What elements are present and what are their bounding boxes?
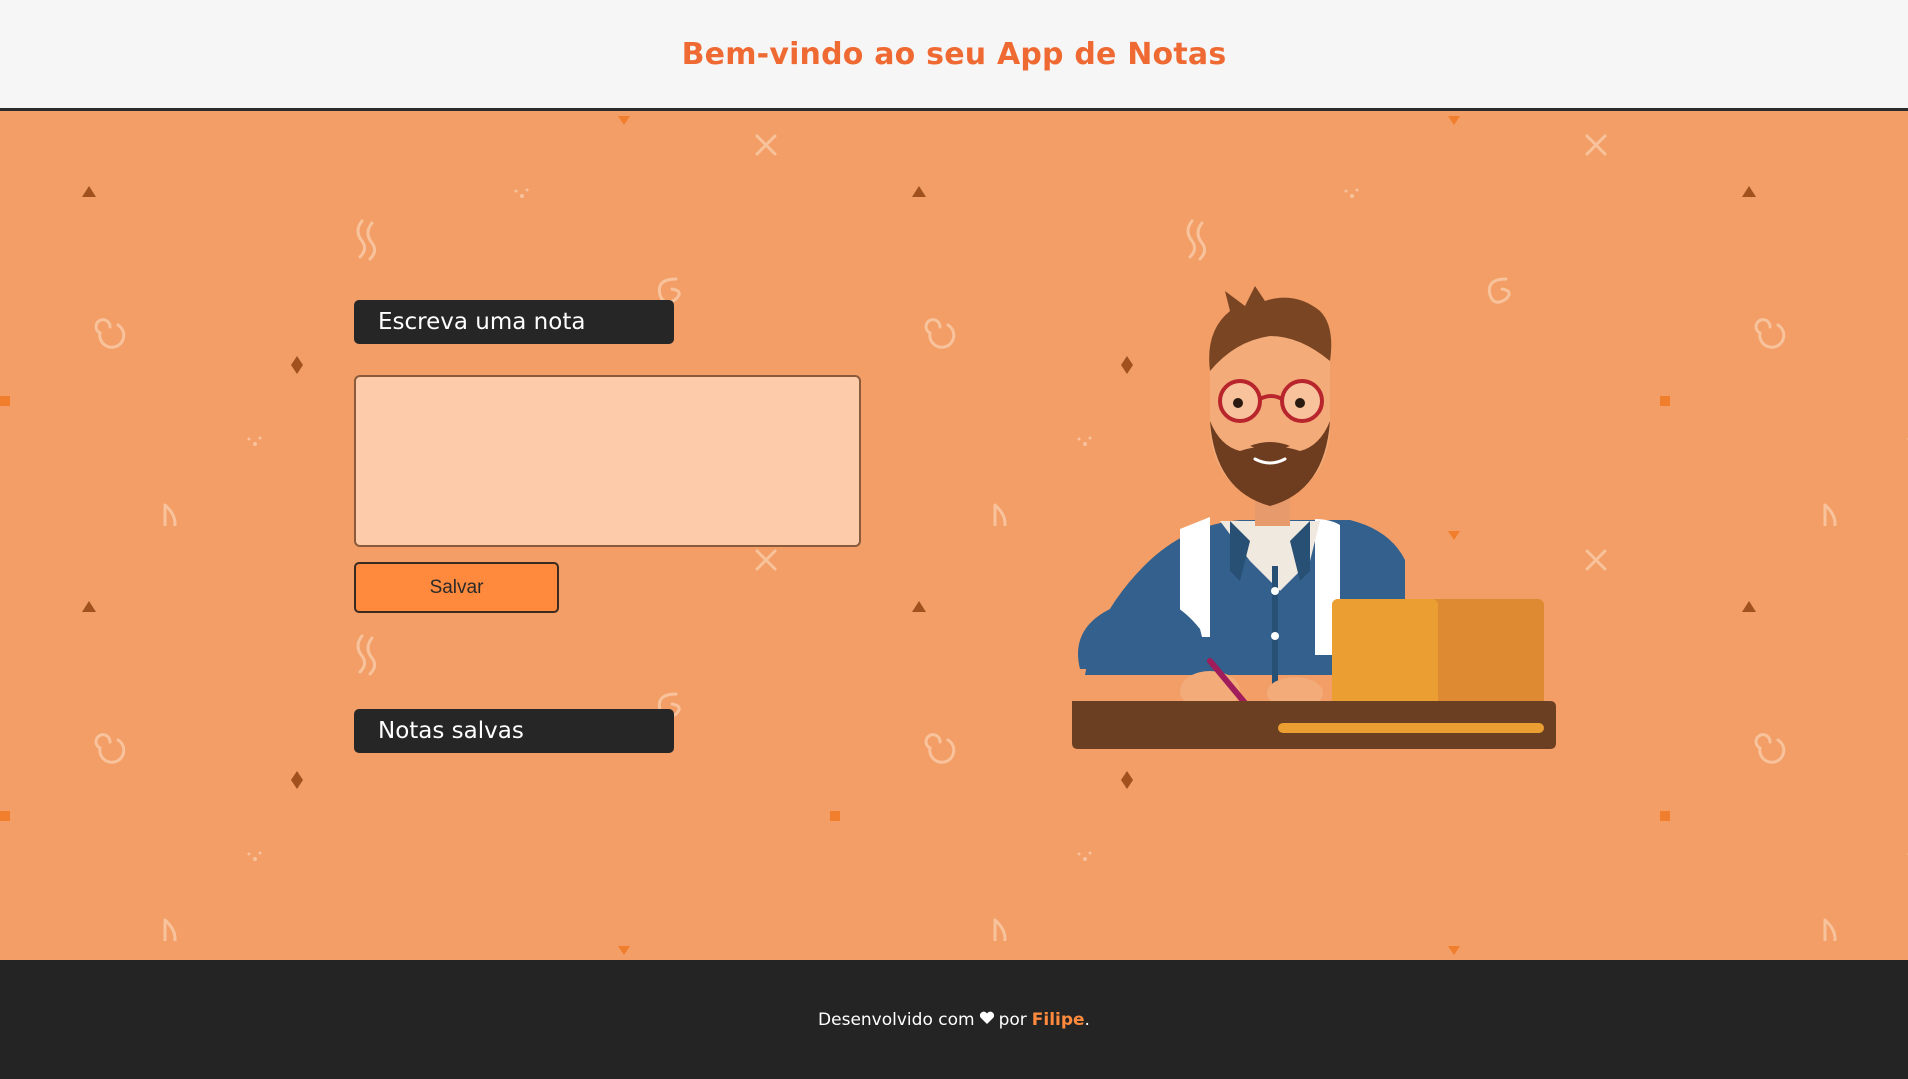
heart-icon [979, 1010, 995, 1030]
footer-middle-text: por [998, 1009, 1027, 1030]
note-textarea[interactable] [354, 375, 861, 547]
footer-prefix-text: Desenvolvido com [818, 1009, 975, 1030]
author-link[interactable]: Filipe [1032, 1010, 1085, 1030]
saved-notes-heading: Notas salvas [354, 709, 674, 753]
page-title: Bem-vindo ao seu App de Notas [681, 36, 1227, 72]
app-footer: Desenvolvido com por Filipe. [0, 960, 1908, 1079]
main-content: Escreva uma nota Salvar Notas salvas [0, 111, 1908, 960]
footer-suffix-text: . [1084, 1009, 1090, 1030]
app-header: Bem-vindo ao seu App de Notas [0, 0, 1908, 111]
man-writing-illustration [1072, 286, 1556, 749]
saved-notes-list [354, 771, 861, 921]
background-pattern [0, 111, 1908, 960]
write-note-heading: Escreva uma nota [354, 300, 674, 344]
save-button[interactable]: Salvar [354, 562, 559, 613]
